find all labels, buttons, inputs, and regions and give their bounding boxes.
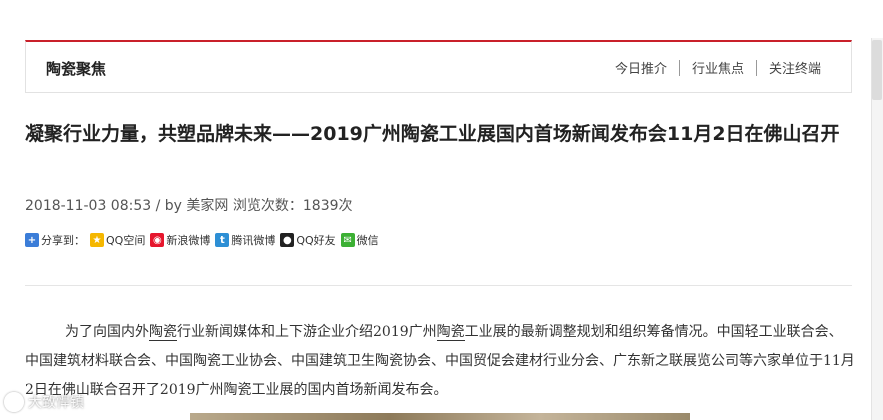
- article-image: [190, 413, 690, 420]
- article-body: 为了向国内外陶瓷行业新闻媒体和上下游企业介绍2019广州陶瓷工业展的最新调整规划…: [25, 318, 855, 405]
- nav-link-terminal[interactable]: 关注终端: [769, 58, 821, 77]
- content-divider: [25, 285, 852, 286]
- share-weibo-button[interactable]: ◉ 新浪微博: [150, 232, 210, 248]
- header-nav: 今日推介 行业焦点 关注终端: [615, 58, 821, 77]
- keyword-link-ceramics[interactable]: 陶瓷: [149, 324, 177, 341]
- share-label: 分享到：: [41, 234, 85, 247]
- share-wechat-label: 微信: [356, 234, 379, 247]
- share-qzone-label: QQ空间: [106, 234, 146, 247]
- share-qq-friend-button[interactable]: ● QQ好友: [280, 232, 336, 248]
- body-text-pre: 为了向国内外: [65, 324, 149, 340]
- plus-icon: +: [25, 233, 39, 247]
- keyword-link-ceramics[interactable]: 陶瓷: [436, 324, 465, 341]
- article-title: 凝聚行业力量，共塑品牌未来——2019广州陶瓷工业展国内首场新闻发布会11月2日…: [25, 123, 840, 145]
- views-unit: 次: [338, 198, 353, 214]
- watermark-logo-icon: [4, 392, 24, 412]
- share-weibo-label: 新浪微博: [166, 234, 211, 247]
- views-label: 浏览次数：: [232, 198, 303, 214]
- share-tencent-weibo-label: 腾讯微博: [231, 234, 276, 247]
- body-text-mid: 行业新闻媒体和上下游企业介绍2019广州: [177, 324, 437, 340]
- watermark-text: 大致悍镇: [28, 395, 84, 411]
- share-bar: + 分享到： ★ QQ空间 ◉ 新浪微博 t 腾讯微博 ● QQ好友 ✉ 微信: [25, 232, 384, 248]
- article-meta: 2018-11-03 08:53 / by 美家网 浏览次数：1839次: [25, 195, 353, 215]
- share-qzone-button[interactable]: ★ QQ空间: [90, 232, 145, 248]
- watermark: 大致悍镇: [4, 392, 84, 412]
- share-qq-friend-label: QQ好友: [296, 234, 336, 247]
- by-label: / by: [155, 198, 182, 214]
- share-more-button[interactable]: + 分享到：: [25, 232, 85, 248]
- nav-separator: [678, 59, 680, 76]
- vertical-scrollbar[interactable]: [871, 38, 883, 420]
- wechat-icon: ✉: [340, 233, 355, 247]
- view-count: 1839: [302, 198, 339, 214]
- nav-separator: [755, 59, 757, 76]
- section-title: 陶瓷聚焦: [46, 60, 107, 78]
- scrollbar-thumb[interactable]: [872, 40, 882, 100]
- sina-weibo-icon: ◉: [150, 233, 165, 247]
- nav-link-today-recommend[interactable]: 今日推介: [615, 58, 667, 77]
- share-wechat-button[interactable]: ✉ 微信: [340, 232, 379, 248]
- author: 美家网: [186, 198, 229, 214]
- qq-penguin-icon: ●: [280, 233, 295, 247]
- share-tencent-weibo-button[interactable]: t 腾讯微博: [215, 232, 275, 248]
- nav-link-industry-focus[interactable]: 行业焦点: [692, 58, 744, 77]
- section-header: 陶瓷聚焦 今日推介 行业焦点 关注终端: [25, 40, 852, 93]
- tencent-weibo-icon: t: [215, 233, 230, 247]
- publish-date: 2018-11-03 08:53: [25, 198, 152, 214]
- qzone-icon: ★: [90, 233, 104, 247]
